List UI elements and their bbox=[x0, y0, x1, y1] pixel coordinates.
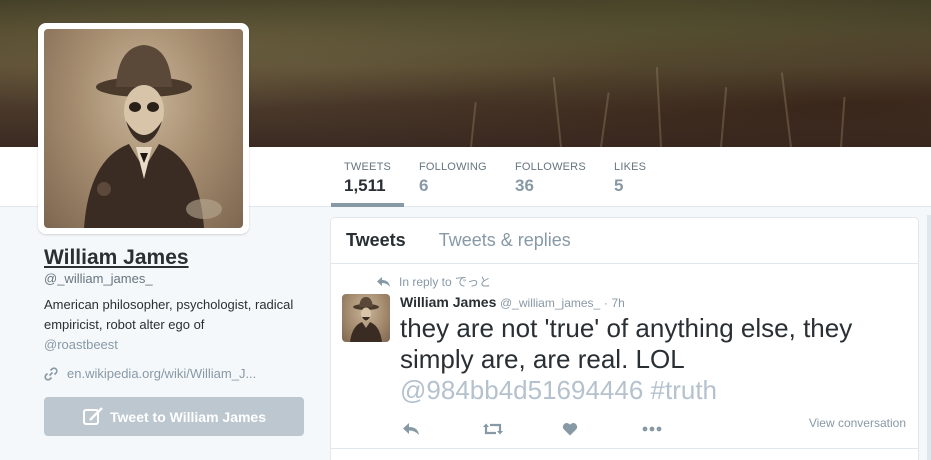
tweet-avatar[interactable] bbox=[342, 294, 390, 342]
like-button[interactable] bbox=[562, 419, 642, 439]
tweet-time[interactable]: 7h bbox=[611, 296, 624, 310]
bio-mention-link[interactable]: @roastbeest bbox=[44, 335, 294, 355]
banner-detail bbox=[720, 87, 728, 147]
banner-detail bbox=[840, 97, 846, 147]
nav-tweets[interactable]: TWEETS 1,511 bbox=[330, 147, 405, 207]
timeline-tabs: Tweets Tweets & replies bbox=[331, 218, 918, 264]
profile-website[interactable]: en.wikipedia.org/wiki/William_J... bbox=[44, 366, 256, 381]
reply-context-name[interactable]: でっと bbox=[455, 275, 491, 289]
timeline: Tweets Tweets & replies In reply to でっと … bbox=[330, 217, 919, 460]
tweet-author-handle[interactable]: @_william_james_ bbox=[500, 296, 600, 310]
more-dots-icon bbox=[642, 426, 662, 432]
avatar-image bbox=[44, 29, 243, 228]
website-text: en.wikipedia.org/wiki/William_J... bbox=[67, 366, 257, 381]
tab-tweets-replies[interactable]: Tweets & replies bbox=[439, 230, 571, 251]
bio-text: American philosopher, psychologist, radi… bbox=[44, 297, 294, 332]
tweet-header: William James @_william_james_ · 7h bbox=[400, 294, 625, 310]
portrait-illustration bbox=[84, 45, 222, 228]
profile-bio: American philosopher, psychologist, radi… bbox=[44, 295, 294, 355]
tweet-divider bbox=[331, 448, 918, 449]
banner-detail bbox=[552, 77, 562, 147]
banner-detail bbox=[600, 92, 610, 147]
profile-avatar[interactable] bbox=[38, 23, 249, 234]
reply-context[interactable]: In reply to でっと bbox=[376, 273, 491, 290]
tweet-separator: · bbox=[603, 296, 608, 310]
retweet-icon bbox=[483, 423, 503, 435]
tweet-avatar-image bbox=[350, 297, 382, 342]
tweet-item[interactable]: In reply to でっと William James @_william_… bbox=[331, 264, 918, 450]
nav-label: FOLLOWING bbox=[419, 161, 487, 173]
tweet-author-name[interactable]: William James bbox=[400, 294, 496, 310]
tweet-to-label: Tweet to William James bbox=[110, 408, 266, 425]
tweet-tags[interactable]: @984bb4d51694446 #truth bbox=[400, 375, 717, 405]
nav-value: 5 bbox=[614, 176, 624, 195]
nav-label: FOLLOWERS bbox=[515, 161, 586, 173]
retweet-button[interactable] bbox=[482, 419, 562, 439]
banner-detail bbox=[780, 72, 792, 147]
banner-detail bbox=[655, 67, 662, 147]
profile-name[interactable]: William James bbox=[44, 246, 189, 270]
nav-likes[interactable]: LIKES 5 bbox=[614, 147, 646, 207]
compose-icon bbox=[83, 406, 103, 425]
reply-arrow-icon bbox=[377, 276, 390, 287]
nav-label: LIKES bbox=[614, 161, 647, 173]
profile-handle: @_william_james_ bbox=[44, 271, 153, 286]
tweet-text: they are not 'true' of anything else, th… bbox=[400, 313, 905, 406]
heart-icon bbox=[562, 423, 578, 436]
more-button[interactable] bbox=[642, 419, 722, 439]
nav-value: 36 bbox=[515, 176, 534, 195]
scrollbar[interactable] bbox=[927, 215, 931, 460]
tab-tweets[interactable]: Tweets bbox=[346, 230, 406, 251]
reply-context-prefix: In reply to bbox=[399, 275, 452, 289]
nav-value: 6 bbox=[419, 176, 429, 195]
nav-following[interactable]: FOLLOWING 6 bbox=[419, 147, 487, 207]
link-icon bbox=[44, 366, 58, 381]
nav-label: TWEETS bbox=[344, 161, 392, 173]
tweet-body: they are not 'true' of anything else, th… bbox=[400, 313, 853, 374]
banner-detail bbox=[470, 102, 477, 147]
nav-value: 1,511 bbox=[344, 176, 386, 195]
nav-followers[interactable]: FOLLOWERS 36 bbox=[515, 147, 586, 207]
tweet-to-button[interactable]: Tweet to William James bbox=[44, 397, 304, 436]
view-conversation-link[interactable]: View conversation bbox=[809, 416, 906, 430]
reply-icon bbox=[403, 423, 419, 435]
tweet-actions bbox=[402, 419, 722, 439]
reply-button[interactable] bbox=[402, 419, 482, 439]
